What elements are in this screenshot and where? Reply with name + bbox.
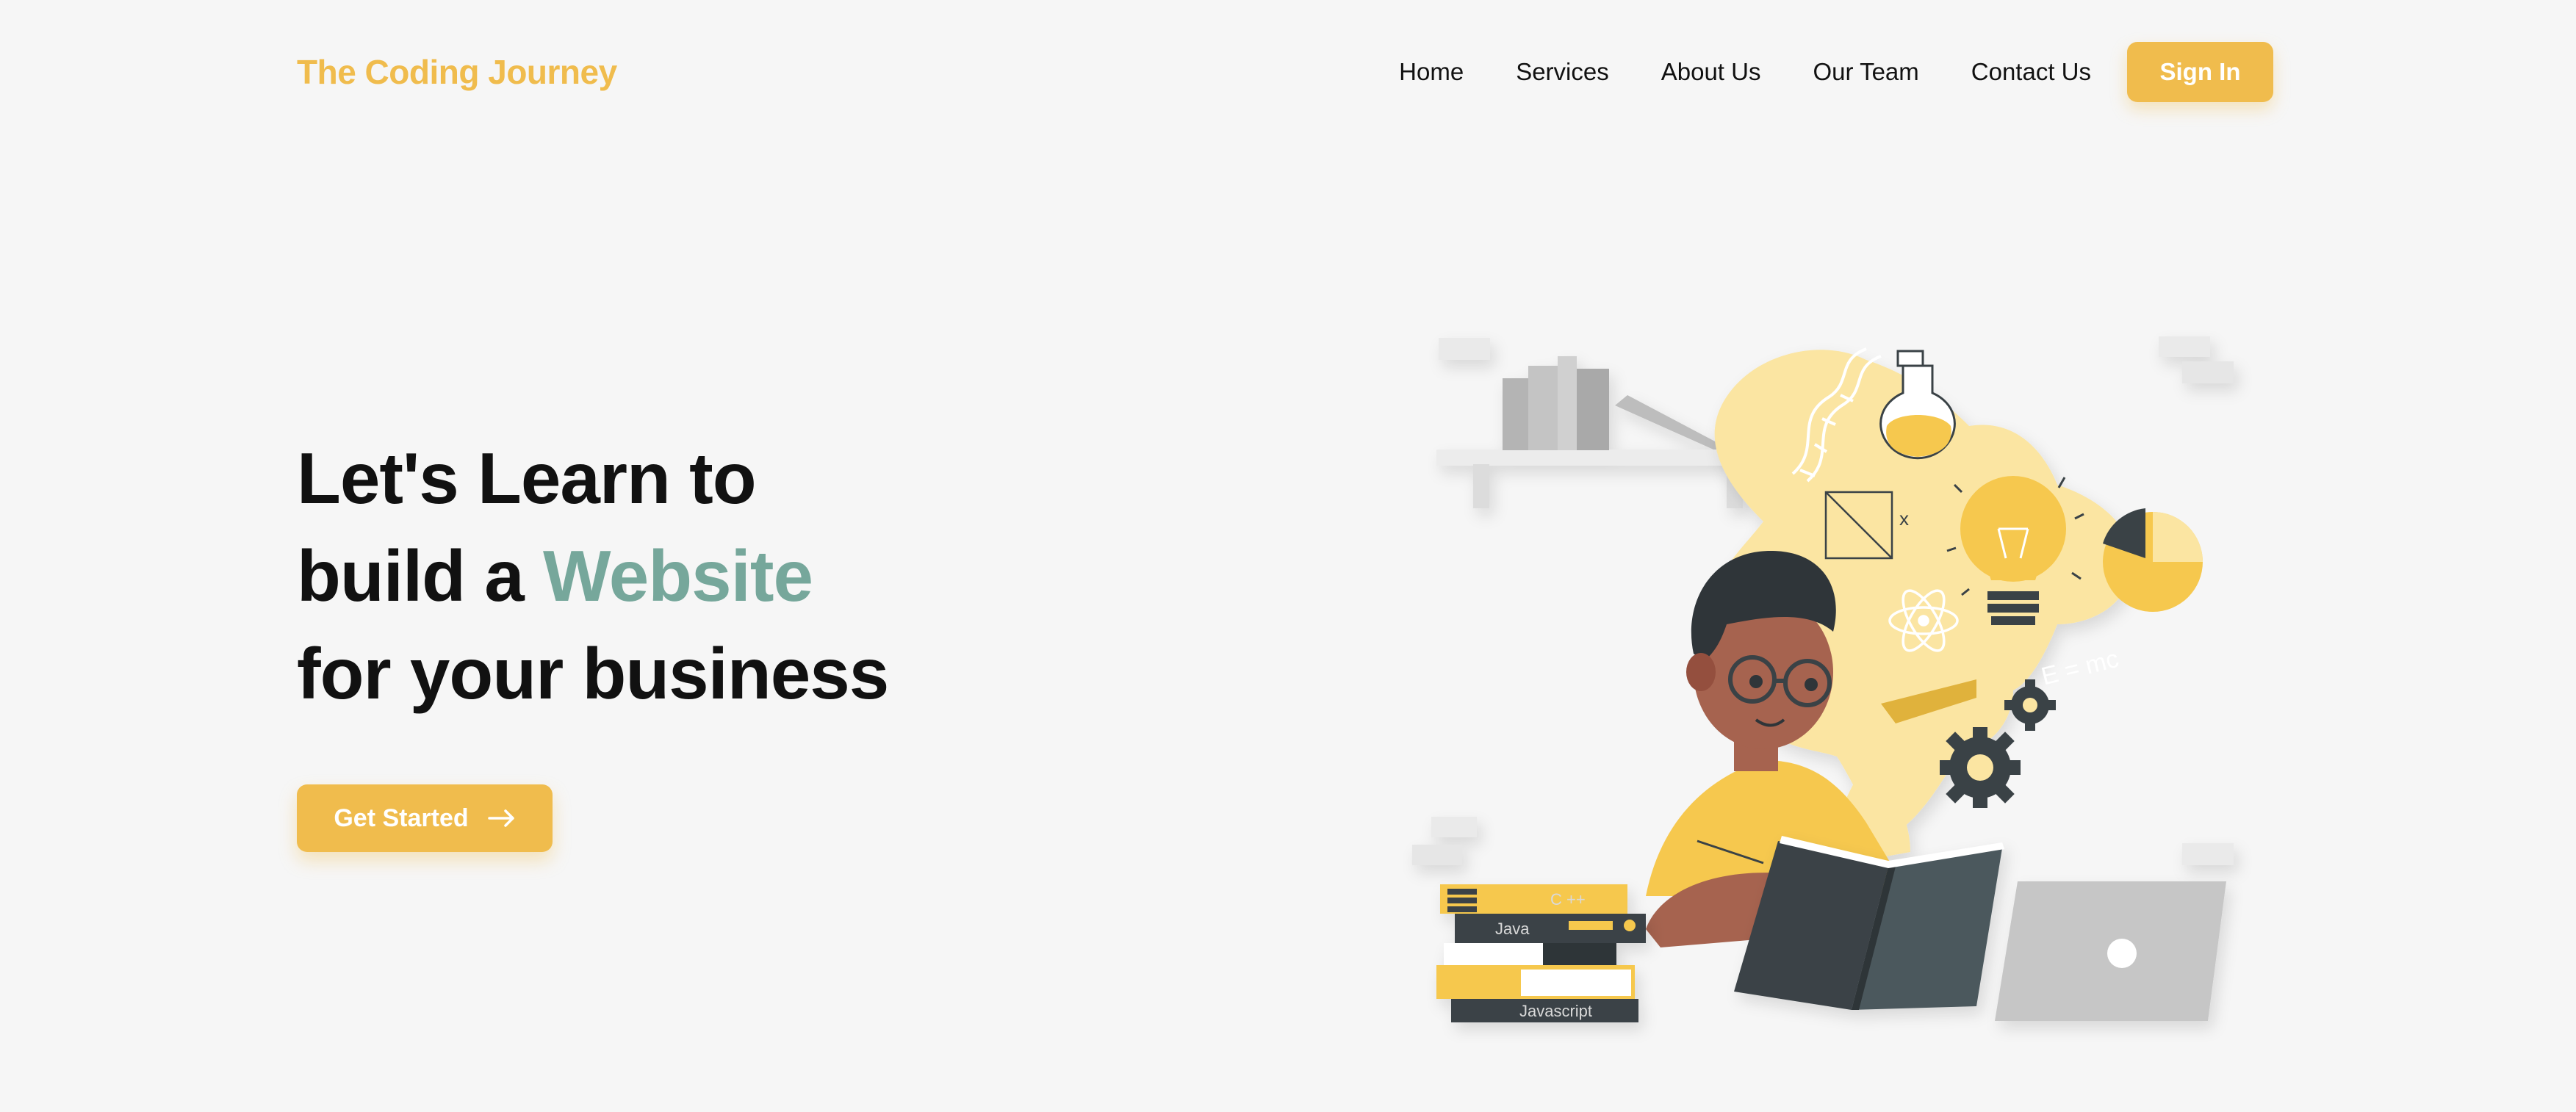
main-nav: Home Services About Us Our Team Contact … [1399,42,2273,102]
book-cpp: C ++ [1550,890,1586,909]
hero-heading: Let's Learn to build a Website for your … [297,430,889,723]
nav-contact-us[interactable]: Contact Us [1971,58,2091,86]
illustration-svg: x E = mc C ++ Java Javascript [1412,336,2234,1022]
pie-chart-icon [2103,508,2203,612]
nav-home[interactable]: Home [1399,58,1464,86]
get-started-label: Get Started [334,804,469,832]
arrow-right-icon [487,809,516,827]
hero-accent-word: Website [543,535,813,616]
book-stack: C ++ Java Javascript [1436,884,1646,1022]
nav-about-us[interactable]: About Us [1661,58,1761,86]
landing-page: The Coding Journey Home Services About U… [0,0,2576,1112]
hero-line-2-prefix: build a [297,535,543,616]
nav-services[interactable]: Services [1516,58,1609,86]
sign-in-button[interactable]: Sign In [2127,42,2273,102]
hero-line-3: for your business [297,633,889,714]
laptop-icon [1995,881,2226,1021]
hero-line-1: Let's Learn to [297,438,757,519]
site-logo[interactable]: The Coding Journey [297,52,617,92]
formula-text: E = mc [2039,645,2122,691]
site-header: The Coding Journey Home Services About U… [297,41,2273,103]
nav-our-team[interactable]: Our Team [1813,58,1918,86]
x-mark: x [1899,508,1909,530]
get-started-button[interactable]: Get Started [297,784,553,852]
open-book [1734,836,2004,1010]
book-java: Java [1495,920,1530,938]
flask-icon [1879,350,1956,460]
hero-illustration: x E = mc C ++ Java Javascript [1381,308,2336,1043]
book-javascript: Javascript [1519,1002,1592,1020]
